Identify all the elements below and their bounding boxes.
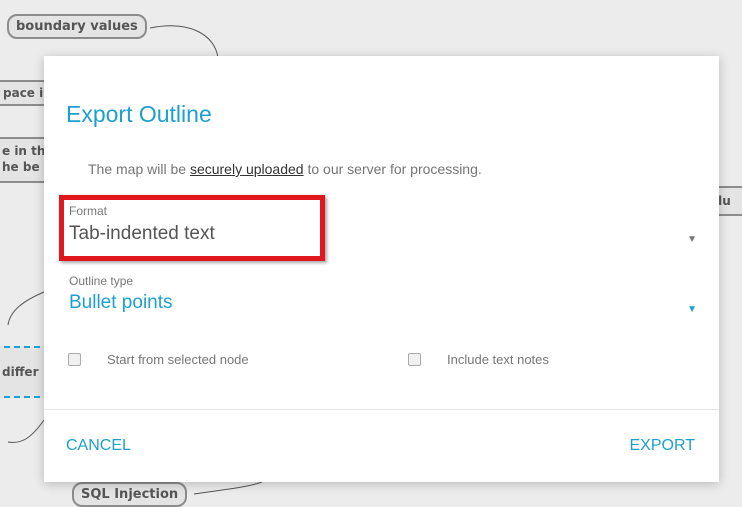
start-from-selected-node-option[interactable]: Start from selected node bbox=[68, 352, 249, 367]
connector-line bbox=[149, 25, 219, 59]
description-text: to our server for processing. bbox=[303, 161, 482, 177]
map-node-fragment[interactable]: e in th he be bbox=[0, 137, 50, 183]
start-from-selected-node-checkbox[interactable] bbox=[68, 353, 81, 366]
map-node-boundary-values[interactable]: boundary values bbox=[7, 14, 147, 39]
include-text-notes-checkbox[interactable] bbox=[408, 353, 421, 366]
map-node-fragment[interactable]: pace i bbox=[0, 80, 50, 106]
start-from-selected-node-label: Start from selected node bbox=[107, 352, 249, 367]
dropdown-arrow-icon[interactable]: ▼ bbox=[687, 234, 697, 245]
outline-type-select[interactable]: Outline type Bullet points ▼ bbox=[69, 274, 697, 315]
include-text-notes-label: Include text notes bbox=[447, 352, 549, 367]
dialog-footer: CANCEL EXPORT bbox=[44, 409, 719, 483]
dialog-title: Export Outline bbox=[66, 101, 212, 127]
map-node-fragment-line: he be bbox=[2, 160, 40, 174]
description-text: The map will be bbox=[88, 161, 190, 177]
outline-type-label: Outline type bbox=[69, 274, 134, 288]
securely-uploaded-link[interactable]: securely uploaded bbox=[190, 161, 304, 177]
outline-type-value[interactable]: Bullet points bbox=[69, 292, 697, 314]
include-text-notes-option[interactable]: Include text notes bbox=[408, 352, 549, 367]
export-button[interactable]: EXPORT bbox=[630, 437, 696, 455]
dialog-description: The map will be securely uploaded to our… bbox=[88, 161, 482, 177]
connector-line bbox=[7, 291, 45, 326]
dropdown-arrow-icon[interactable]: ▼ bbox=[687, 304, 697, 315]
map-node-sql-injection[interactable]: SQL Injection bbox=[72, 482, 188, 507]
format-select[interactable]: Format Tab-indented text ▼ bbox=[59, 195, 697, 261]
cancel-button[interactable]: CANCEL bbox=[66, 437, 131, 455]
connector-line bbox=[7, 419, 45, 443]
map-node-fragment-line: e in th bbox=[2, 144, 46, 158]
highlight-annotation-box bbox=[59, 195, 325, 261]
export-outline-dialog: Export Outline The map will be securely … bbox=[44, 56, 719, 482]
connector-line bbox=[193, 481, 263, 495]
map-node-fragment-selected[interactable]: differ bbox=[0, 346, 50, 398]
